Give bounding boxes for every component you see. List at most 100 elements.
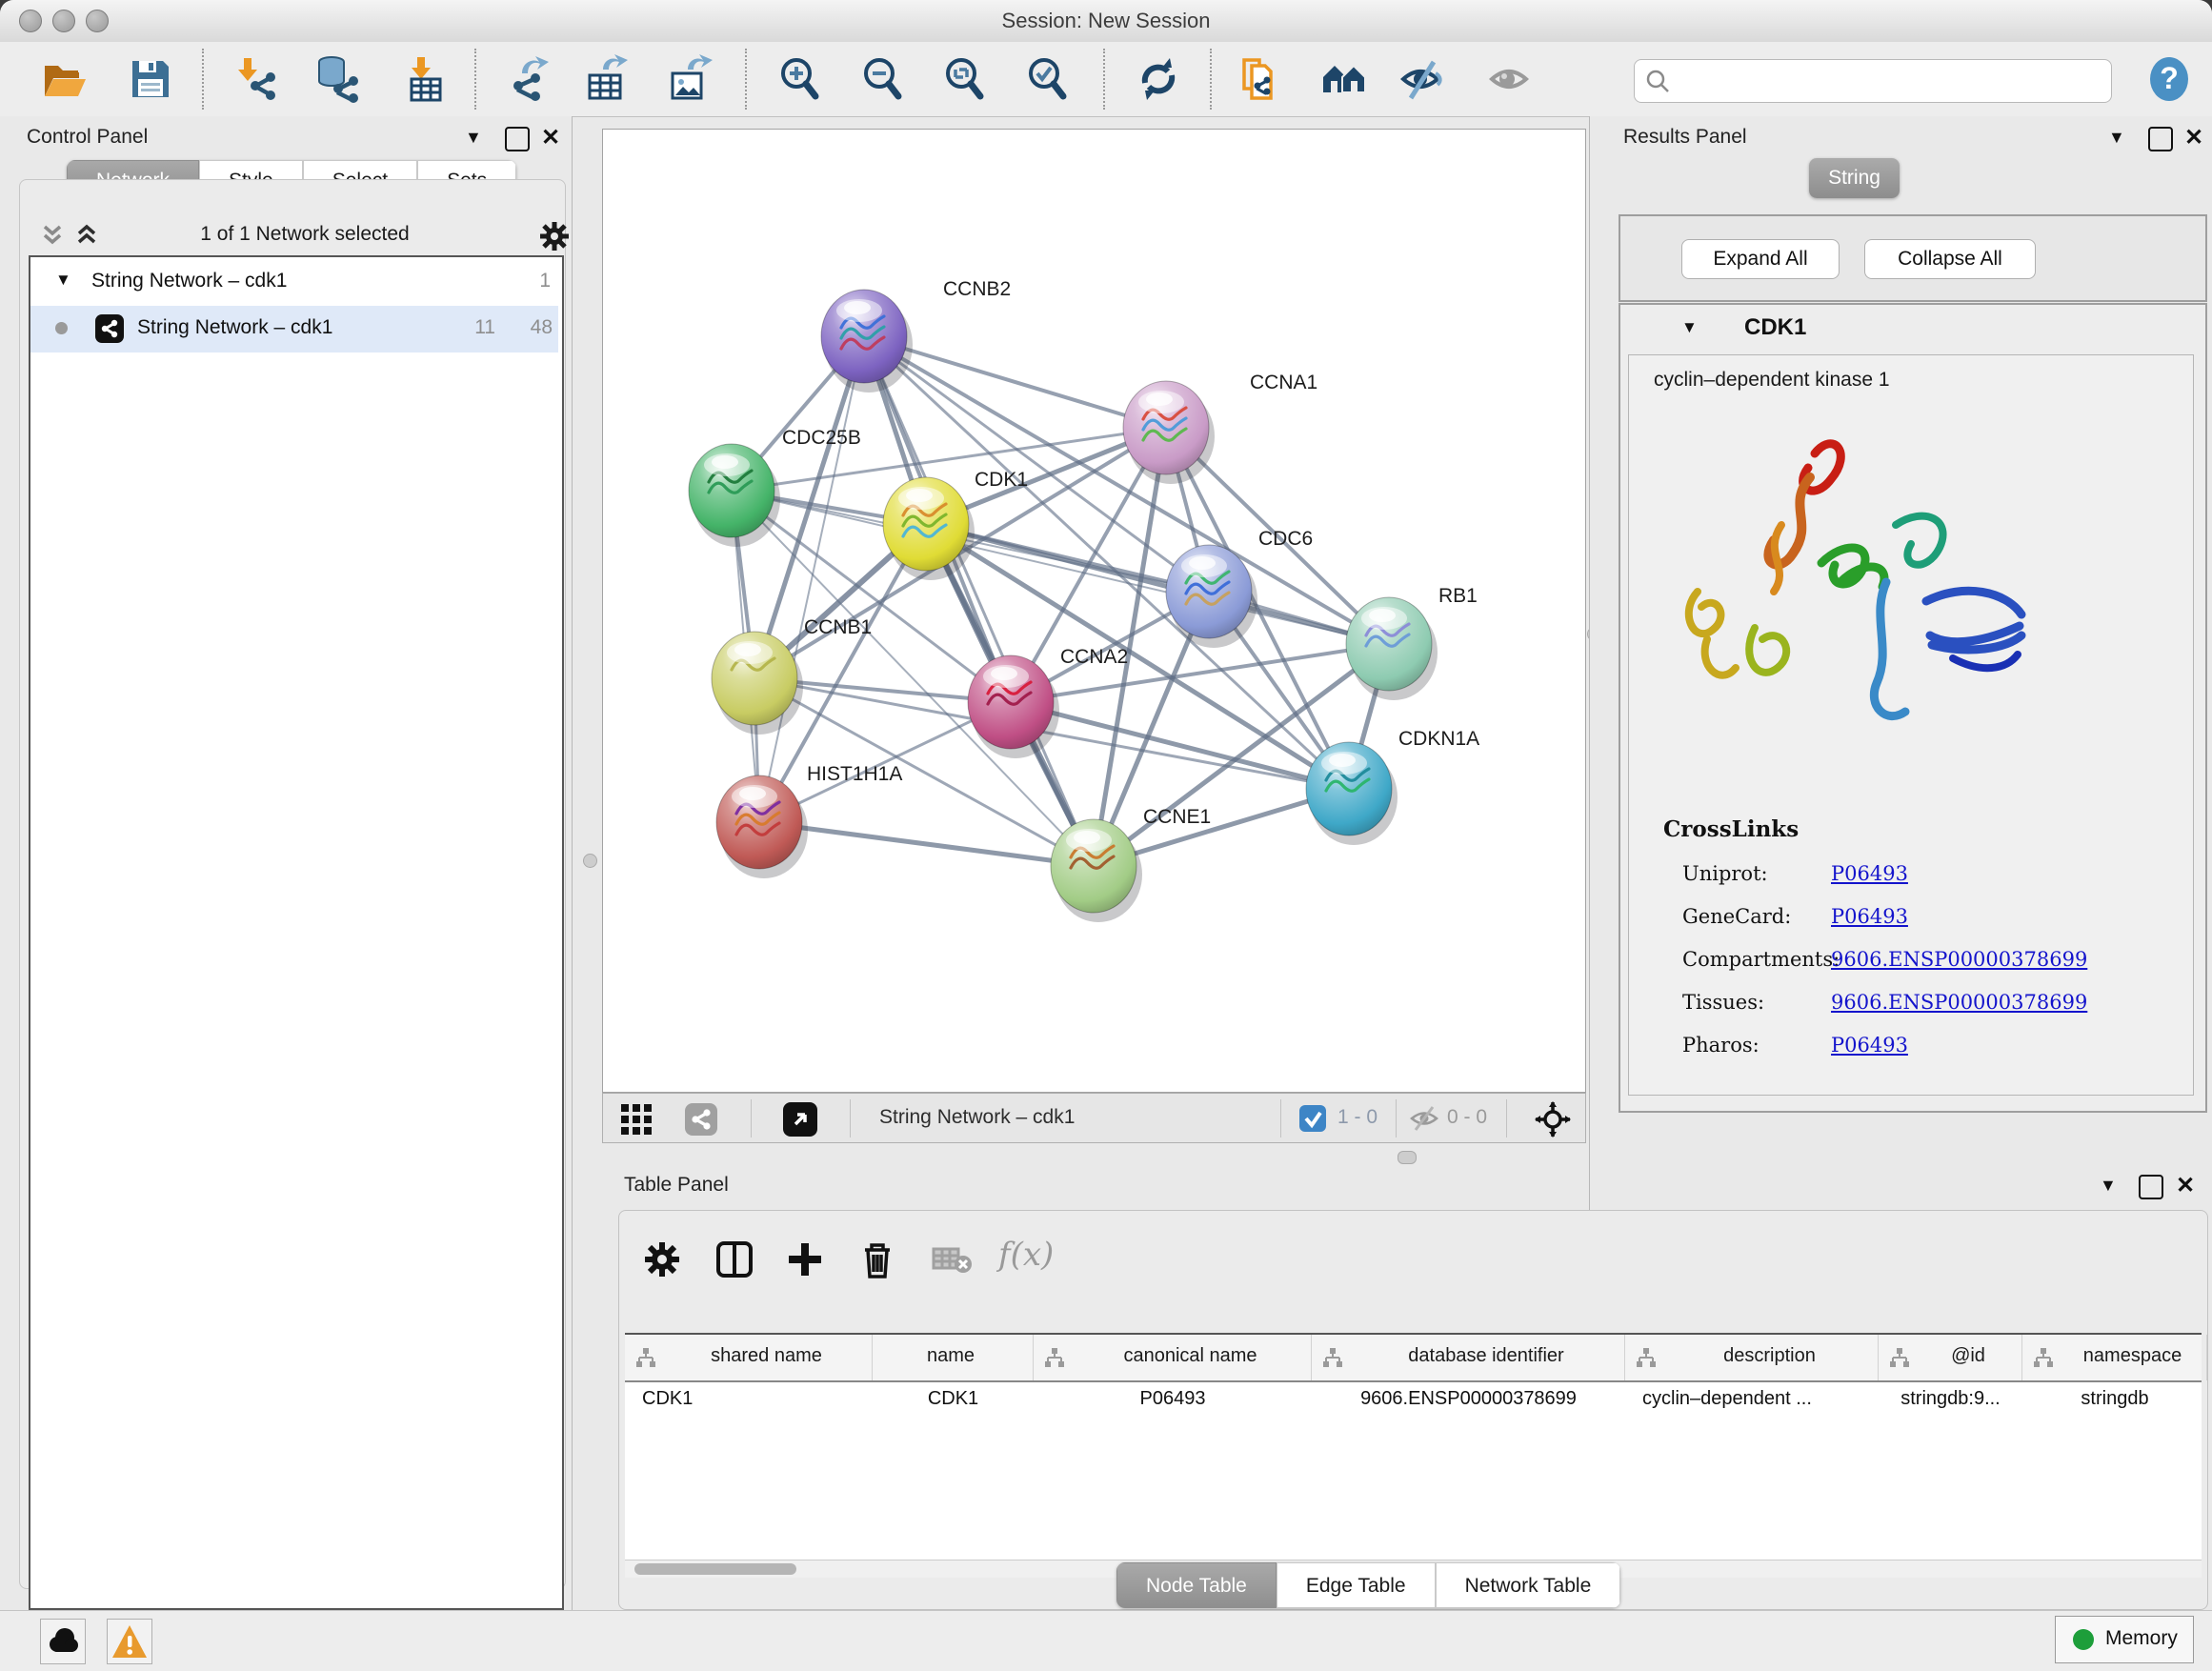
crosslink-link[interactable]: P06493 [1831,905,1908,928]
import-table-file-icon[interactable] [400,54,450,104]
table-gear-icon[interactable] [640,1238,684,1281]
memory-button[interactable]: Memory [2055,1616,2194,1663]
open-session-icon[interactable] [40,54,90,104]
panel-collapse-icon[interactable]: ▼ [2108,128,2125,148]
save-session-icon[interactable] [126,54,175,104]
edge-CDK1-RB1[interactable] [926,524,1389,644]
panel-float-icon[interactable] [505,127,530,151]
tab-node-table[interactable]: Node Table [1116,1562,1277,1608]
export-table-icon[interactable] [582,54,632,104]
network-share-view-icon[interactable] [685,1103,717,1136]
protein-section-header[interactable]: ▼ CDK1 [1620,305,2205,354]
table-cell[interactable]: CDK1 [873,1388,1034,1410]
panel-close-icon[interactable]: ✕ [541,124,560,151]
panel-close-icon[interactable]: ✕ [2184,124,2203,151]
crosslink-link[interactable]: P06493 [1831,1034,1908,1057]
crosslink-link[interactable]: P06493 [1831,862,1908,885]
node-CDKN1A[interactable] [1306,742,1398,845]
network-row-selected[interactable]: String Network – cdk1 11 48 [30,306,558,352]
table-hscrollbar-thumb[interactable] [634,1563,796,1575]
node-HIST1H1A[interactable] [716,775,808,878]
node-CDK1[interactable] [883,477,975,580]
crosslink-link[interactable]: 9606.ENSP00000378699 [1831,991,2087,1014]
birds-eye-crosshair-icon[interactable] [1535,1101,1571,1137]
table-cell[interactable]: P06493 [1034,1388,1312,1410]
add-column-icon[interactable] [783,1238,827,1281]
refresh-icon[interactable] [1134,54,1183,104]
panel-collapse-icon[interactable]: ▼ [465,128,482,148]
column-header-@id[interactable]: @id [1879,1335,2022,1380]
column-header-name[interactable]: name [873,1335,1034,1380]
network-graph[interactable]: CCNB2CCNA1CDC25BCDK1CDC6RB1CCNB1CCNA2CDK… [603,130,1585,1092]
warning-button[interactable] [107,1619,152,1664]
selected-checkbox-icon[interactable] [1299,1105,1326,1132]
expand-all-button[interactable]: Expand All [1681,239,1840,279]
table-cell[interactable]: CDK1 [625,1388,873,1410]
hide-selected-icon[interactable] [1398,54,1447,104]
node-CCNA1[interactable] [1123,381,1215,484]
tab-edge-table[interactable]: Edge Table [1277,1562,1436,1608]
node-CCNA2[interactable] [968,655,1059,758]
collapse-all-button[interactable]: Collapse All [1864,239,2036,279]
tree-expander-icon[interactable]: ▼ [55,271,71,290]
left-splitter-grip[interactable] [583,854,597,868]
node-RB1[interactable] [1346,597,1438,700]
table-cell[interactable]: 9606.ENSP00000378699 [1312,1388,1625,1410]
panel-float-icon[interactable] [2139,1175,2163,1199]
node-label-CCNA1: CCNA1 [1250,372,1317,393]
help-button[interactable]: ? [2145,54,2195,109]
collapse-all-chevron-icon[interactable] [40,223,65,248]
network-collection-row[interactable]: ▼ String Network – cdk1 1 [30,259,558,306]
export-image-icon[interactable] [665,54,714,104]
export-network-icon[interactable] [505,54,554,104]
import-network-file-icon[interactable] [231,54,280,104]
zoom-fit-icon[interactable] [940,54,990,104]
import-network-database-icon[interactable] [312,54,362,104]
column-header-database-identifier[interactable]: database identifier [1312,1335,1625,1380]
hidden-eye-slash-icon[interactable] [1409,1105,1439,1132]
table-cell[interactable]: stringdb [2022,1388,2207,1410]
delete-column-icon[interactable] [855,1238,899,1281]
gear-icon[interactable] [537,219,572,253]
delete-table-icon[interactable] [930,1238,974,1281]
column-header-shared-name[interactable]: shared name [625,1335,873,1380]
bottom-splitter-grip[interactable] [1398,1151,1417,1164]
tab-network-table[interactable]: Network Table [1436,1562,1621,1608]
node-CCNB2[interactable] [821,290,913,393]
crosslink-link[interactable]: 9606.ENSP00000378699 [1831,948,2087,971]
function-builder-icon[interactable]: f(x) [998,1236,1054,1274]
column-header-description[interactable]: description [1625,1335,1879,1380]
zoom-in-icon[interactable] [775,54,825,104]
first-neighbors-icon[interactable] [1319,54,1369,104]
network-selection-status: 1 of 1 Network selected [105,223,505,246]
detach-view-icon[interactable] [783,1102,817,1137]
column-header-canonical-name[interactable]: canonical name [1034,1335,1312,1380]
table-cell[interactable]: cyclin–dependent ... [1625,1388,1879,1410]
panel-collapse-icon[interactable]: ▼ [2100,1176,2117,1196]
crosslink-label: GeneCard: [1682,905,1791,928]
column-header-namespace[interactable]: namespace [2022,1335,2207,1380]
expand-all-chevron-icon[interactable] [74,223,99,248]
show-all-icon[interactable] [1486,54,1536,104]
zoom-selected-icon[interactable] [1023,54,1073,104]
grid-view-icon[interactable] [620,1103,653,1136]
network-view-title: String Network – cdk1 [879,1106,1075,1129]
network-canvas[interactable]: CCNB2CCNA1CDC25BCDK1CDC6RB1CCNB1CCNA2CDK… [602,129,1586,1093]
edge-CCNB2-CCNE1[interactable] [864,336,1094,866]
section-expander-icon[interactable]: ▼ [1681,318,1698,337]
node-CCNE1[interactable] [1051,819,1142,922]
copy-network-icon[interactable] [1235,54,1284,104]
node-CDC25B[interactable] [689,444,780,547]
table-cell[interactable]: stringdb:9... [1879,1388,2022,1410]
edge-HIST1H1A-CCNE1[interactable] [759,822,1094,866]
panel-close-icon[interactable]: ✕ [2176,1172,2195,1199]
cloud-button[interactable] [40,1619,86,1664]
tab-string[interactable]: String [1809,158,1900,198]
search-input[interactable] [1677,64,2100,96]
toolbar-separator [202,49,204,110]
panel-float-icon[interactable] [2148,127,2173,151]
node-table[interactable]: shared namenamecanonical namedatabase id… [625,1333,2202,1561]
show-columns-icon[interactable] [713,1238,756,1281]
zoom-out-icon[interactable] [858,54,908,104]
search-box[interactable] [1634,59,2112,103]
